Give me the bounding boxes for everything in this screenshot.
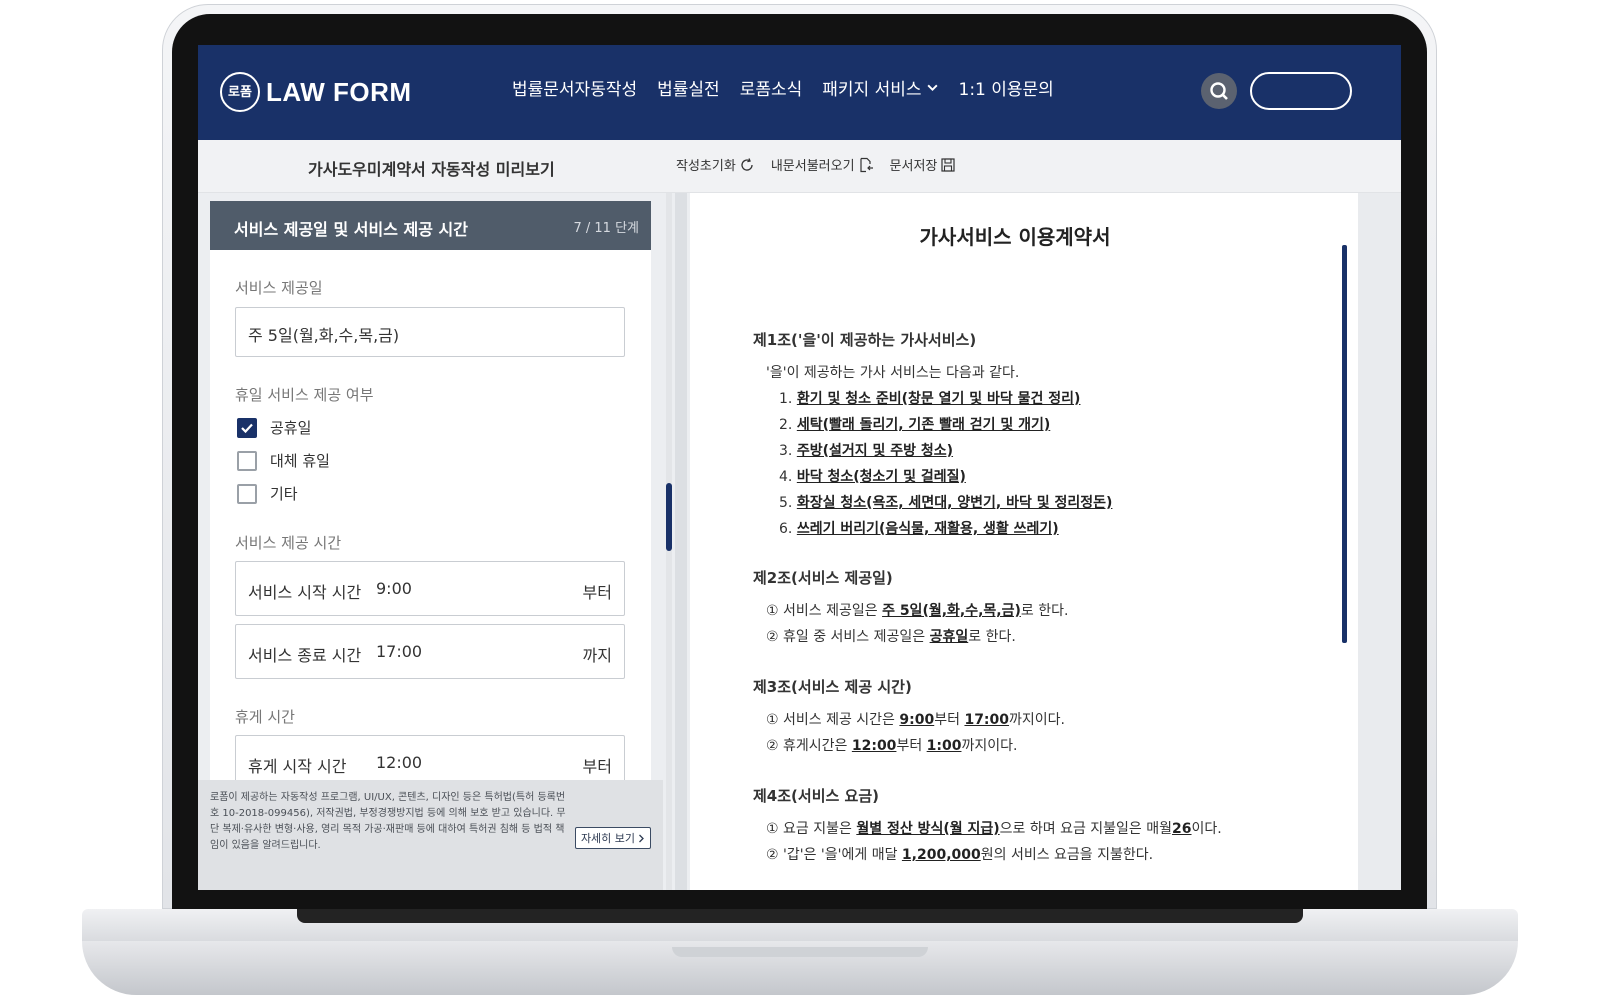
step-title: 서비스 제공일 및 서비스 제공 시간 <box>234 220 468 239</box>
checkmark-icon <box>241 423 253 433</box>
article-line: ① 요금 지불은 월별 정산 방식(월 지급)으로 하며 요금 지불일은 매월2… <box>766 821 1222 837</box>
article-heading: 제3조(서비스 제공 시간) <box>753 678 912 696</box>
form-panel: 서비스 제공일 및 서비스 제공 시간 7 / 11 단계 서비스 제공일 주 … <box>198 193 690 890</box>
article-3: 제3조(서비스 제공 시간) ① 서비스 제공 시간은 9:00부터 17:00… <box>753 676 1353 759</box>
list-item: 1. 환기 및 청소 준비(창문 열기 및 바닥 물건 정리) <box>779 391 1081 407</box>
list-item: 3. 주방(설거지 및 주방 청소) <box>779 443 954 459</box>
service-time-label: 서비스 제공 시간 <box>235 534 342 552</box>
chevron-down-icon <box>926 84 938 92</box>
checkbox-unchecked[interactable] <box>237 450 257 471</box>
list-item: 6. 쓰레기 버리기(음식물, 재활용, 생활 쓰레기) <box>779 521 1059 537</box>
service-day-input[interactable]: 주 5일(월,화,수,목,금) <box>235 307 625 357</box>
holiday-service-label: 휴일 서비스 제공 여부 <box>235 386 374 404</box>
step-counter: 7 / 11 단계 <box>573 221 639 236</box>
article-line: ② 휴게시간은 12:00부터 1:00까지이다. <box>766 738 1018 754</box>
checkbox-checked[interactable] <box>237 417 257 438</box>
document-title: 가사서비스 이용계약서 <box>919 225 1111 249</box>
document-import-icon <box>859 157 873 172</box>
list-item: 4. 바닥 청소(청소기 및 걸레질) <box>779 469 966 485</box>
holiday-option-other[interactable]: 기타 <box>237 483 298 504</box>
logo-mark-icon: 로폼 <box>220 72 260 112</box>
laptop-screen: 로폼 LAW FORM 법률문서자동작성 법률실전 로폼소식 패키지 서비스 1… <box>198 45 1401 890</box>
document-preview: 가사서비스 이용계약서 제1조('을'이 제공하는 가사서비스) '을'이 제공… <box>690 193 1401 890</box>
load-document-button[interactable]: 내문서불러오기 <box>771 155 874 174</box>
start-time-value: 9:00 <box>376 579 412 598</box>
end-time-value: 17:00 <box>376 642 423 661</box>
preview-title: 가사도우미계약서 자동작성 미리보기 <box>308 160 555 179</box>
article-2: 제2조(서비스 제공일) ① 서비스 제공일은 주 5일(월,화,수,목,금)로… <box>753 567 1353 650</box>
preview-edge <box>1358 193 1401 890</box>
nav-item-inquiry[interactable]: 1:1 이용문의 <box>959 75 1054 100</box>
article-heading: 제1조('을'이 제공하는 가사서비스) <box>753 331 977 349</box>
nav-item-lawform-news[interactable]: 로폼소식 <box>740 75 803 100</box>
search-icon <box>1210 82 1228 100</box>
top-navigation-bar: 로폼 LAW FORM 법률문서자동작성 법률실전 로폼소식 패키지 서비스 1… <box>198 45 1401 140</box>
option-label: 기타 <box>270 485 298 503</box>
chevron-right-icon <box>639 834 644 842</box>
holiday-option-substitute[interactable]: 대체 휴일 <box>237 450 330 471</box>
logo-text: LAW FORM <box>266 76 412 107</box>
option-label: 공휴일 <box>270 419 312 437</box>
option-label: 대체 휴일 <box>270 452 330 470</box>
reset-button[interactable]: 작성초기화 <box>676 155 755 174</box>
copyright-notice: 로폼이 제공하는 자동작성 프로그램, UI/UX, 콘텐츠, 디자인 등은 특… <box>198 780 663 890</box>
holiday-option-public[interactable]: 공휴일 <box>237 417 311 438</box>
login-button[interactable] <box>1250 72 1352 110</box>
refresh-icon <box>741 157 753 171</box>
toolbar-actions: 작성초기화 내문서불러오기 문서저장 <box>676 155 956 174</box>
nav-item-legal-document-auto[interactable]: 법률문서자동작성 <box>512 75 637 100</box>
article-line: ② '갑'은 '을'에게 매달 1,200,000원의 서비스 요금을 지불한다… <box>766 847 1154 863</box>
break-start-value: 12:00 <box>376 753 423 772</box>
article-line: ① 서비스 제공 시간은 9:00부터 17:00까지이다. <box>766 712 1066 728</box>
break-time-label: 휴게 시간 <box>235 708 295 726</box>
search-button[interactable] <box>1201 73 1237 109</box>
article-4: 제4조(서비스 요금) ① 요금 지불은 월별 정산 방식(월 지급)으로 하며… <box>753 785 1353 868</box>
service-start-time-field[interactable]: 서비스 시작 시간 9:00 부터 <box>235 561 625 616</box>
checkbox-unchecked[interactable] <box>237 483 257 504</box>
service-end-time-field[interactable]: 서비스 종료 시간 17:00 까지 <box>235 624 625 679</box>
list-item: 5. 화장실 청소(욕조, 세면대, 양변기, 바닥 및 정리정돈) <box>779 495 1113 511</box>
article-heading: 제4조(서비스 요금) <box>753 787 879 805</box>
article-heading: 제2조(서비스 제공일) <box>753 569 893 587</box>
notice-text: 로폼이 제공하는 자동작성 프로그램, UI/UX, 콘텐츠, 디자인 등은 특… <box>210 792 566 851</box>
panel-divider <box>675 193 687 890</box>
article-1: 제1조('을'이 제공하는 가사서비스) '을'이 제공하는 가사 서비스는 다… <box>753 329 1353 542</box>
list-item: 2. 세탁(빨래 돌리기, 기존 빨래 걷기 및 개기) <box>779 417 1051 433</box>
nav-item-package-service[interactable]: 패키지 서비스 <box>822 75 938 100</box>
lawform-logo[interactable]: 로폼 LAW FORM <box>220 72 412 112</box>
save-document-button[interactable]: 문서저장 <box>890 155 957 174</box>
service-day-label: 서비스 제공일 <box>235 279 323 297</box>
article-line: ② 휴일 중 서비스 제공일은 공휴일로 한다. <box>766 629 1016 645</box>
laptop-base <box>82 909 1518 995</box>
more-details-button[interactable]: 자세히 보기 <box>575 827 651 849</box>
document-scrollbar[interactable] <box>1342 245 1347 643</box>
article-line: ① 서비스 제공일은 주 5일(월,화,수,목,금)로 한다. <box>766 603 1069 619</box>
form-scrollbar-thumb[interactable] <box>666 483 672 551</box>
main-nav: 법률문서자동작성 법률실전 로폼소식 패키지 서비스 1:1 이용문의 <box>512 75 1054 100</box>
document-toolbar: 가사도우미계약서 자동작성 미리보기 작성초기화 내문서불러오기 문서저장 <box>198 140 1401 193</box>
step-header: 서비스 제공일 및 서비스 제공 시간 7 / 11 단계 <box>210 201 651 250</box>
article-intro: '을'이 제공하는 가사 서비스는 다음과 같다. <box>766 365 1020 381</box>
nav-item-legal-practice[interactable]: 법률실전 <box>657 75 720 100</box>
save-icon <box>941 157 955 172</box>
